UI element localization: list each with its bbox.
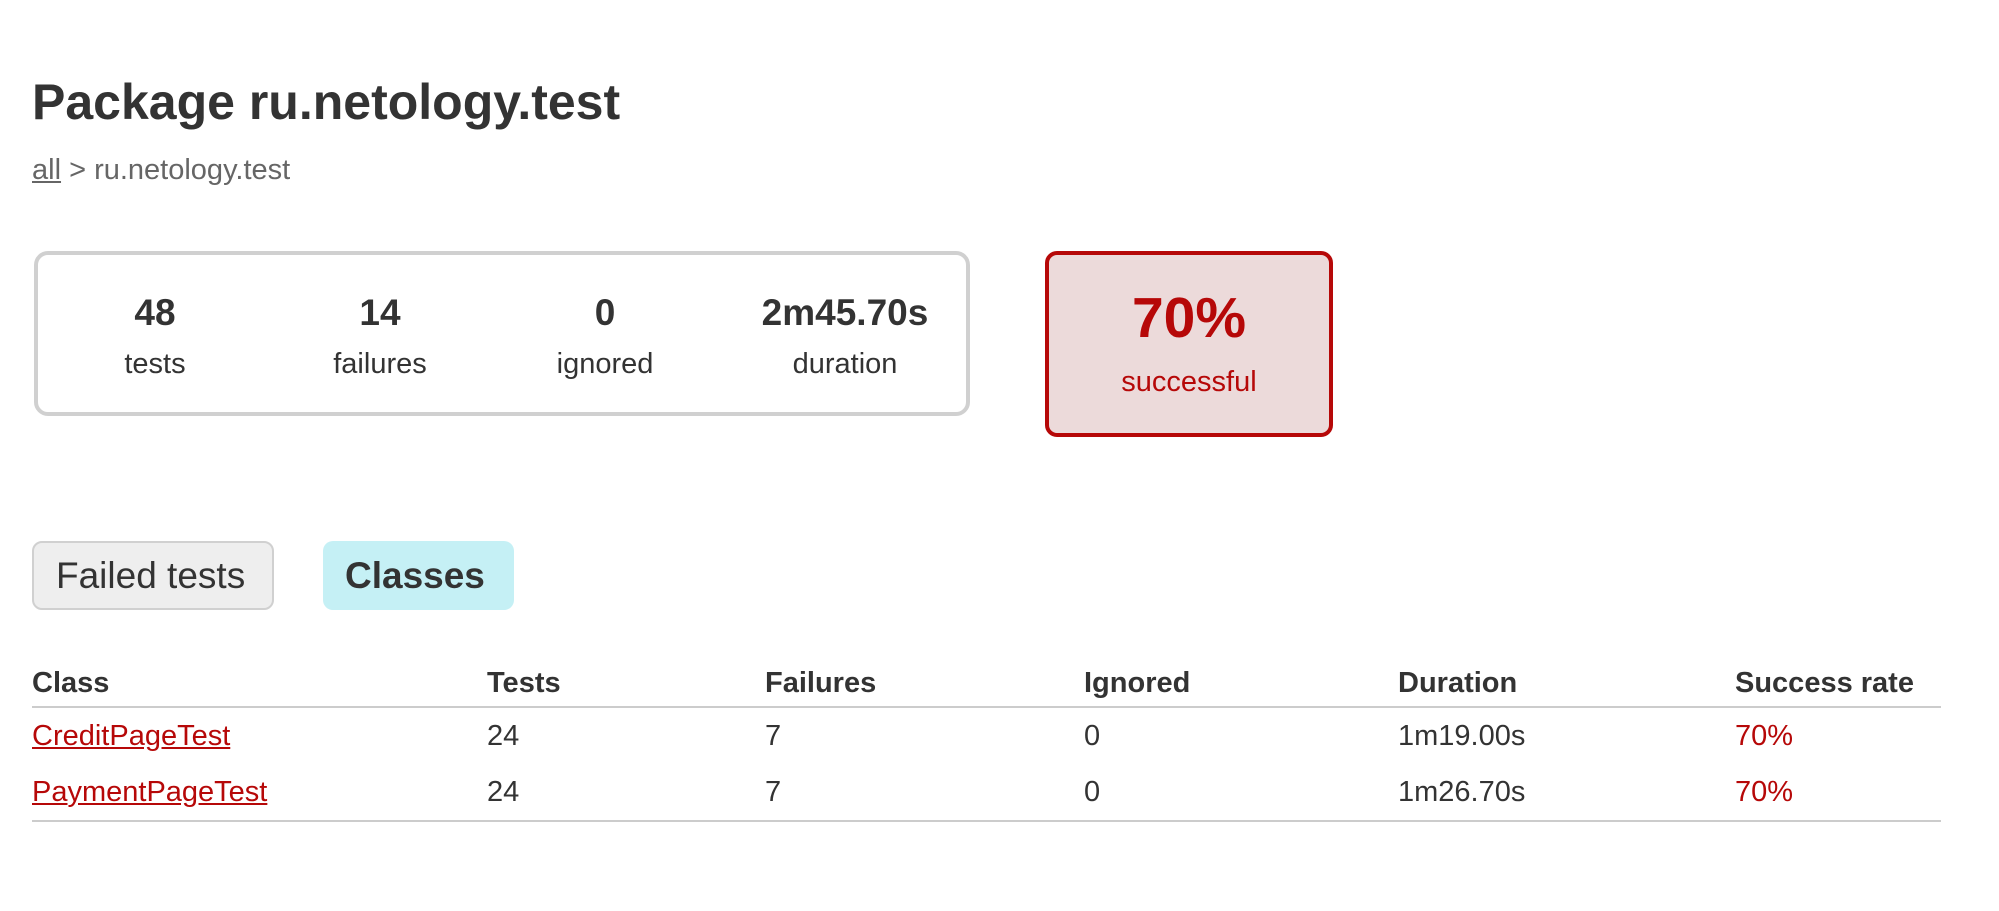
column-header-success-rate: Success rate [1735, 660, 1941, 708]
column-header-class: Class [32, 660, 487, 708]
ignored-cell: 0 [1084, 764, 1398, 822]
duration-value: 2m45.70s [761, 292, 929, 333]
ignored-cell: 0 [1084, 719, 1101, 752]
failures-count: 14 [359, 292, 401, 333]
duration-cell: 1m19.00s [1398, 719, 1526, 752]
success-rate-cell: 70% [1735, 719, 1794, 752]
breadcrumb-separator: > [69, 154, 87, 186]
ignored-count: 0 [594, 292, 616, 333]
failures-cell: 7 [765, 719, 782, 752]
ignored-counter: 0 ignored [505, 291, 705, 381]
duration-label: duration [792, 348, 898, 380]
tests-count: 48 [134, 292, 176, 333]
success-rate-box: 70% successful [1045, 251, 1333, 437]
failures-cell: 7 [765, 764, 1084, 822]
breadcrumb-current: ru.netology.test [94, 154, 291, 186]
classes-table: Class Tests Failures Ignored Duration Su… [32, 660, 1941, 822]
breadcrumb-link-all[interactable]: all [32, 154, 61, 186]
tab-classes[interactable]: Classes [323, 541, 514, 610]
tests-cell: 24 [487, 719, 520, 752]
page-title: Package ru.netology.test [32, 74, 621, 130]
breadcrumb: all > ru.netology.test [32, 152, 290, 188]
duration-counter: 2m45.70s duration [745, 291, 945, 381]
table-header-row: Class Tests Failures Ignored Duration Su… [32, 660, 1941, 708]
failures-label: failures [333, 348, 427, 380]
class-link[interactable]: CreditPageTest [32, 720, 230, 752]
tests-cell: 24 [487, 764, 765, 822]
column-header-ignored: Ignored [1084, 660, 1398, 708]
column-header-duration: Duration [1398, 660, 1735, 708]
column-header-tests: Tests [487, 660, 765, 708]
duration-cell: 1m26.70s [1398, 764, 1735, 822]
tab-failed-tests[interactable]: Failed tests [32, 541, 274, 610]
success-rate-label: successful [1121, 366, 1257, 398]
report-page: Package ru.netology.test all > ru.netolo… [32, 0, 1972, 911]
ignored-label: ignored [556, 348, 654, 380]
class-cell: PaymentPageTest [32, 764, 487, 822]
success-rate-value: 70% [1131, 286, 1247, 350]
summary-box: 48 tests 14 failures 0 ignored 2m45.70s … [34, 251, 970, 416]
table-row: PaymentPageTest 24 7 0 1m26.70s 70% [32, 764, 1941, 822]
column-header-failures: Failures [765, 660, 1084, 708]
success-rate-cell: 70% [1735, 764, 1941, 822]
table-row: CreditPageTest 24 7 0 1m19.00s 70% [32, 707, 1941, 764]
failures-counter: 14 failures [280, 291, 480, 381]
class-cell: CreditPageTest [32, 707, 487, 764]
class-link[interactable]: PaymentPageTest [32, 776, 267, 808]
tests-counter: 48 tests [55, 291, 255, 381]
tests-label: tests [124, 348, 186, 380]
